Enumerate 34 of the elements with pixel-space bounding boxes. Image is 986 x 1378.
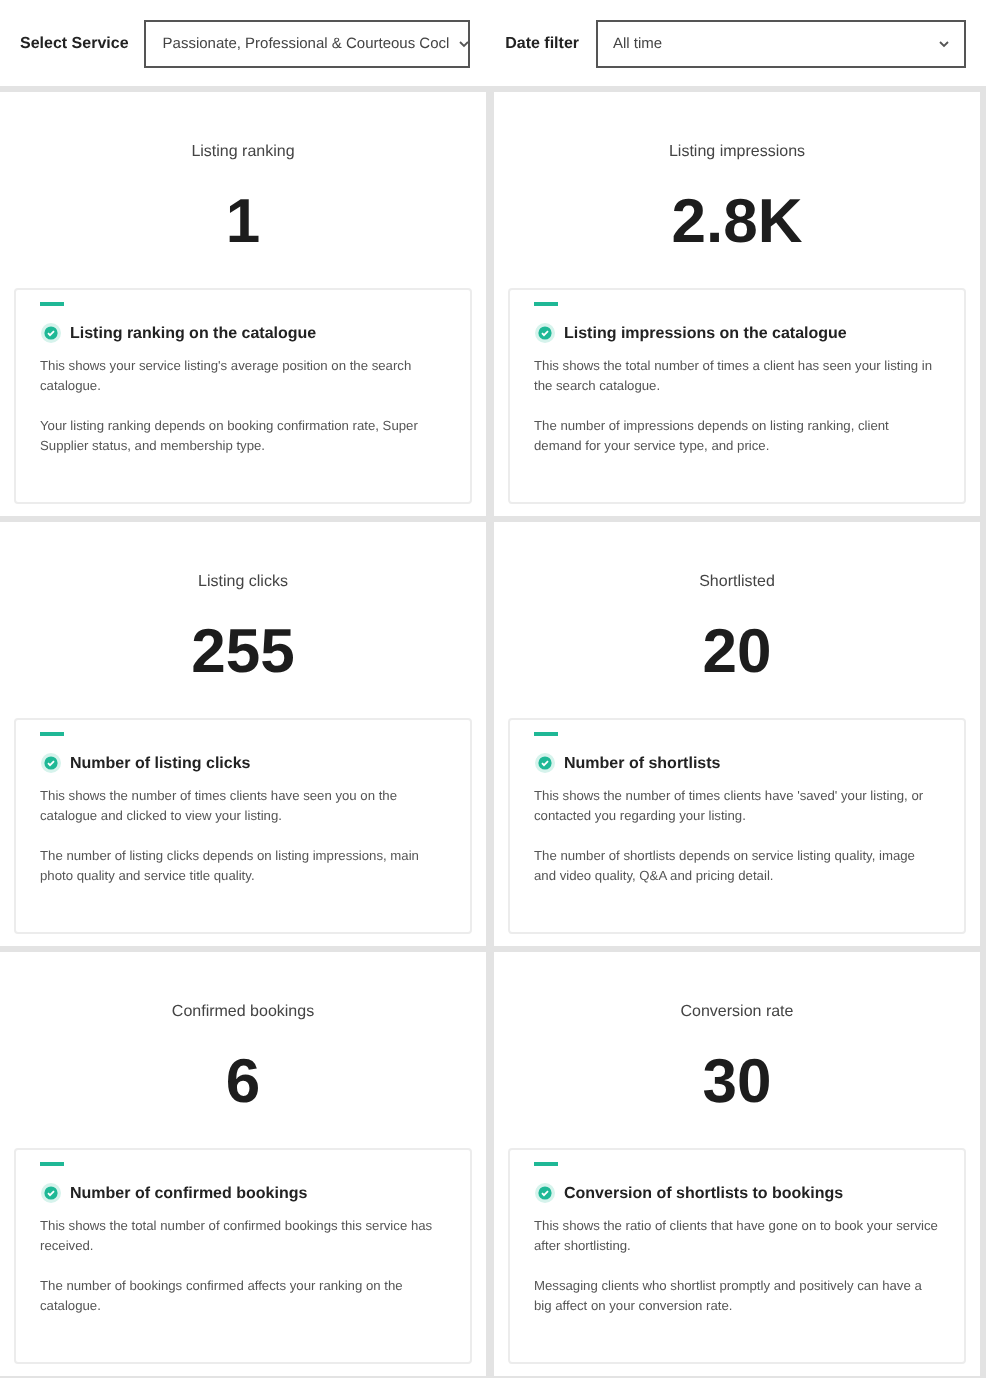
card-heading: Number of shortlists — [564, 754, 721, 772]
filter-label: Date filter — [505, 34, 580, 52]
metric-title: Conversion rate — [680, 1002, 794, 1020]
accent-bar — [40, 1162, 64, 1166]
check-circle-icon — [534, 1182, 556, 1204]
metric-value: 20 — [702, 620, 772, 684]
check-circle-icon — [534, 752, 556, 774]
chevron-down-icon — [938, 39, 950, 47]
metric-value: 255 — [191, 620, 295, 684]
card-heading: Conversion of shortlists to bookings — [564, 1184, 844, 1202]
accent-bar — [40, 732, 64, 736]
accent-bar — [534, 302, 558, 306]
card-heading: Number of confirmed bookings — [70, 1184, 308, 1202]
metric-title: Listing clicks — [198, 572, 288, 590]
accent-bar — [534, 1162, 558, 1166]
check-circle-icon — [40, 752, 62, 774]
card-heading: Number of listing clicks — [70, 754, 251, 772]
metric-title: Listing ranking — [191, 142, 295, 160]
check-circle-icon — [40, 1182, 62, 1204]
check-circle-icon — [40, 322, 62, 344]
metric-title: Listing impressions — [668, 142, 806, 160]
metric-title: Confirmed bookings — [171, 1002, 315, 1020]
metric-value: 2.8K — [671, 190, 803, 254]
metric-value: 1 — [225, 190, 261, 254]
card-heading: Listing impressions on the catalogue — [564, 324, 847, 342]
accent-bar — [534, 732, 558, 736]
chevron-down-icon — [457, 39, 468, 47]
check-circle-icon — [534, 322, 556, 344]
filter-label: Select Service — [20, 34, 129, 52]
card-heading: Listing ranking on the catalogue — [70, 324, 317, 342]
accent-bar — [40, 302, 64, 306]
metric-value: 6 — [225, 1050, 261, 1114]
metric-title: Shortlisted — [699, 572, 775, 590]
metric-value: 30 — [702, 1050, 772, 1114]
